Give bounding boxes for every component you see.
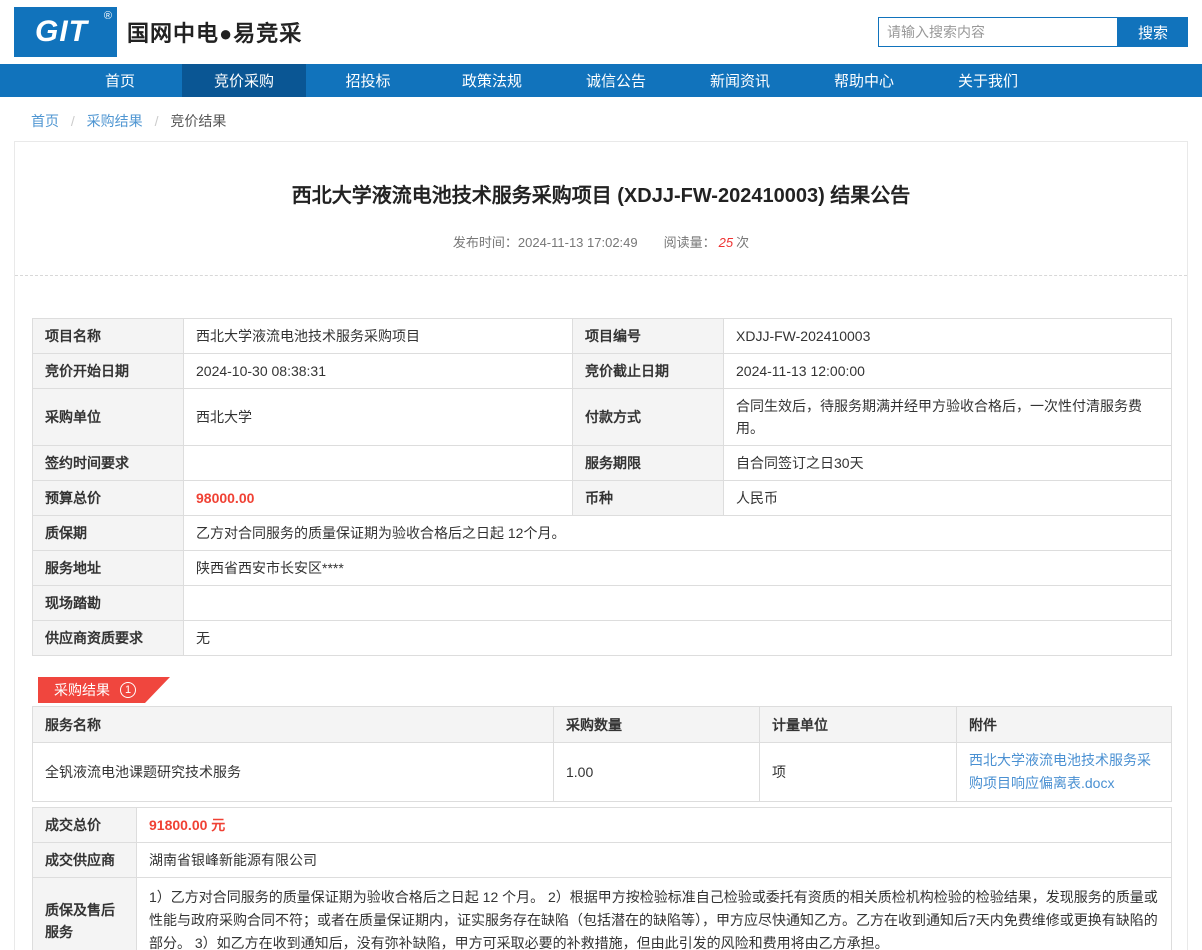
nav-item-policy[interactable]: 政策法规	[430, 64, 554, 97]
field-label: 服务地址	[33, 551, 184, 586]
field-value: 乙方对合同服务的质量保证期为验收合格后之日起 12个月。	[184, 516, 1172, 551]
field-label: 付款方式	[573, 389, 724, 446]
field-label: 竞价开始日期	[33, 354, 184, 389]
registered-trademark-icon: ®	[104, 10, 112, 22]
table-row: 供应商资质要求 无	[33, 621, 1172, 656]
table-row: 全钒液流电池课题研究技术服务 1.00 项 西北大学液流电池技术服务采购项目响应…	[33, 743, 1172, 802]
field-value: 无	[184, 621, 1172, 656]
table-row: 采购单位 西北大学 付款方式 合同生效后，待服务期满并经甲方验收合格后，一次性付…	[33, 389, 1172, 446]
publish-time-value: 2024-11-13 17:02:49	[518, 235, 638, 250]
result-items-table: 服务名称 采购数量 计量单位 附件 全钒液流电池课题研究技术服务 1.00 项 …	[32, 706, 1172, 802]
nav-item-about[interactable]: 关于我们	[926, 64, 1050, 97]
field-label: 服务期限	[573, 446, 724, 481]
search-button[interactable]: 搜索	[1118, 17, 1188, 47]
search-input[interactable]	[878, 17, 1118, 47]
nav-item-home[interactable]: 首页	[58, 64, 182, 97]
table-row: 质保及售后服务 1）乙方对合同服务的质量保证期为验收合格后之日起 12 个月。 …	[33, 878, 1172, 950]
award-supplier: 湖南省银峰新能源有限公司	[137, 843, 1172, 878]
purchase-quantity: 1.00	[554, 743, 760, 802]
field-label: 质保及售后服务	[33, 878, 137, 950]
attachment-link[interactable]: 西北大学液流电池技术服务采购项目响应偏离表.docx	[969, 749, 1159, 795]
field-label: 成交供应商	[33, 843, 137, 878]
field-value: 陕西省西安市长安区****	[184, 551, 1172, 586]
field-label: 竞价截止日期	[573, 354, 724, 389]
breadcrumb-separator: /	[155, 113, 159, 129]
table-row: 签约时间要求 服务期限 自合同签订之日30天	[33, 446, 1172, 481]
breadcrumb-home-link[interactable]: 首页	[31, 113, 59, 129]
field-value: 西北大学液流电池技术服务采购项目	[184, 319, 573, 354]
field-value	[184, 586, 1172, 621]
search-bar: 搜索	[878, 17, 1188, 47]
field-label: 币种	[573, 481, 724, 516]
announcement-card: 西北大学液流电池技术服务采购项目 (XDJJ-FW-202410003) 结果公…	[14, 141, 1188, 950]
nav-item-bidding-purchase[interactable]: 竞价采购	[182, 64, 306, 97]
field-value: 2024-10-30 08:38:31	[184, 354, 573, 389]
publish-time-label: 发布时间：	[453, 235, 518, 250]
table-row: 成交供应商 湖南省银峰新能源有限公司	[33, 843, 1172, 878]
service-name: 全钒液流电池课题研究技术服务	[33, 743, 554, 802]
field-label: 项目名称	[33, 319, 184, 354]
field-label: 质保期	[33, 516, 184, 551]
procurement-result-ribbon: 采购结果 1	[38, 677, 170, 703]
award-total-price: 91800.00 元	[137, 808, 1172, 843]
main-nav: 首页 竞价采购 招投标 政策法规 诚信公告 新闻资讯 帮助中心 关于我们	[0, 64, 1202, 97]
column-header: 服务名称	[33, 707, 554, 743]
table-row: 现场踏勘	[33, 586, 1172, 621]
site-name: 国网中电●易竞采	[127, 16, 302, 48]
nav-item-tender[interactable]: 招投标	[306, 64, 430, 97]
views-label: 阅读量：	[664, 235, 716, 250]
article-meta: 发布时间：2024-11-13 17:02:49 阅读量：25次	[15, 232, 1187, 251]
table-row: 竞价开始日期 2024-10-30 08:38:31 竞价截止日期 2024-1…	[33, 354, 1172, 389]
award-summary-table: 成交总价 91800.00 元 成交供应商 湖南省银峰新能源有限公司 质保及售后…	[32, 807, 1172, 950]
field-label: 采购单位	[33, 389, 184, 446]
divider	[15, 275, 1187, 276]
field-label: 预算总价	[33, 481, 184, 516]
site-logo[interactable]: GIT ®	[14, 7, 117, 57]
column-header: 附件	[957, 707, 1172, 743]
project-info-table: 项目名称 西北大学液流电池技术服务采购项目 项目编号 XDJJ-FW-20241…	[32, 318, 1172, 656]
ribbon-label: 采购结果	[54, 680, 110, 700]
table-row: 项目名称 西北大学液流电池技术服务采购项目 项目编号 XDJJ-FW-20241…	[33, 319, 1172, 354]
field-label: 供应商资质要求	[33, 621, 184, 656]
page-title: 西北大学液流电池技术服务采购项目 (XDJJ-FW-202410003) 结果公…	[15, 182, 1187, 210]
field-label: 成交总价	[33, 808, 137, 843]
top-header: GIT ® 国网中电●易竞采 搜索	[0, 0, 1202, 64]
column-header: 计量单位	[760, 707, 957, 743]
field-value: 西北大学	[184, 389, 573, 446]
breadcrumb-separator: /	[71, 113, 75, 129]
field-value: 人民币	[724, 481, 1172, 516]
budget-total-price: 98000.00	[184, 481, 573, 516]
logo-text: GIT	[35, 15, 88, 49]
table-row: 成交总价 91800.00 元	[33, 808, 1172, 843]
nav-item-integrity[interactable]: 诚信公告	[554, 64, 678, 97]
nav-item-help[interactable]: 帮助中心	[802, 64, 926, 97]
breadcrumb-current: 竞价结果	[170, 113, 226, 129]
field-label: 签约时间要求	[33, 446, 184, 481]
result-count-badge: 1	[120, 682, 136, 698]
table-row: 预算总价 98000.00 币种 人民币	[33, 481, 1172, 516]
field-value: 自合同签订之日30天	[724, 446, 1172, 481]
breadcrumb: 首页 / 采购结果 / 竞价结果	[0, 97, 1202, 141]
breadcrumb-purchase-results-link[interactable]: 采购结果	[87, 113, 143, 129]
table-row: 质保期 乙方对合同服务的质量保证期为验收合格后之日起 12个月。	[33, 516, 1172, 551]
field-value: XDJJ-FW-202410003	[724, 319, 1172, 354]
field-label: 现场踏勘	[33, 586, 184, 621]
views-unit: 次	[736, 235, 749, 250]
field-value	[184, 446, 573, 481]
warranty-after-sales-text: 1）乙方对合同服务的质量保证期为验收合格后之日起 12 个月。 2）根据甲方按检…	[137, 878, 1172, 950]
column-header: 采购数量	[554, 707, 760, 743]
field-value: 2024-11-13 12:00:00	[724, 354, 1172, 389]
views-count: 25	[719, 235, 733, 250]
measure-unit: 项	[760, 743, 957, 802]
field-value: 合同生效后，待服务期满并经甲方验收合格后，一次性付清服务费用。	[724, 389, 1172, 446]
table-row: 服务地址 陕西省西安市长安区****	[33, 551, 1172, 586]
nav-item-news[interactable]: 新闻资讯	[678, 64, 802, 97]
field-label: 项目编号	[573, 319, 724, 354]
table-header-row: 服务名称 采购数量 计量单位 附件	[33, 707, 1172, 743]
